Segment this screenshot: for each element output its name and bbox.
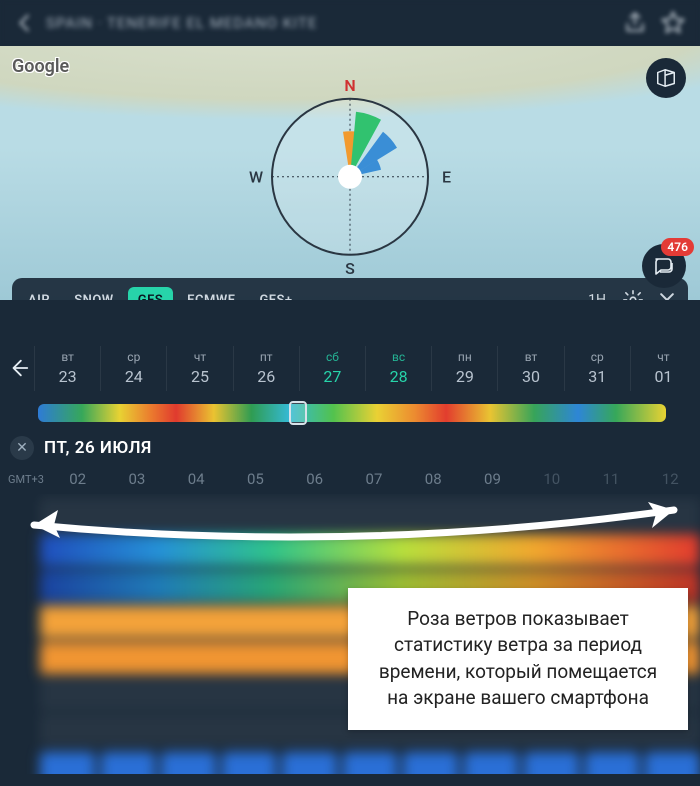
callout-text: Роза ветров показывает статистику ветра …	[379, 607, 657, 710]
timeline[interactable]	[38, 404, 666, 422]
model-bar: AIR SNOW GFS ECMWF GFS+ 1H	[12, 278, 688, 300]
date-cell[interactable]: сб27	[299, 346, 365, 391]
model-gfs[interactable]: GFS	[128, 287, 173, 301]
hour-cell[interactable]: 07	[344, 470, 403, 488]
hours-list[interactable]: 0203040506070809101112	[48, 470, 700, 488]
table-row	[40, 498, 700, 530]
hour-cell[interactable]: 09	[463, 470, 522, 488]
star-icon[interactable]	[660, 10, 686, 36]
tooltip-callout: Роза ветров показывает статистику ветра …	[348, 588, 688, 730]
detail-date: ПТ, 26 ИЮЛЯ	[44, 438, 152, 458]
gear-icon[interactable]	[618, 285, 648, 300]
compass-e: E	[442, 167, 451, 186]
hour-cell[interactable]: 04	[167, 470, 226, 488]
map[interactable]: Google N E S W 476 AIR SNOW	[0, 46, 700, 300]
date-cell[interactable]: пт26	[233, 346, 299, 391]
date-cell[interactable]: ср31	[564, 346, 630, 391]
back-icon[interactable]	[14, 12, 36, 34]
wind-rose: N E S W	[255, 82, 445, 272]
timeline-handle[interactable]	[289, 401, 307, 425]
topbar: SPAIN · TENERIFE EL MEDANO KITE	[0, 0, 700, 46]
table-row	[40, 752, 700, 774]
compass-w: W	[249, 167, 263, 186]
map-attribution: Google	[12, 56, 69, 77]
date-strip: вт23ср24чт25пт26сб27вс28пн29вт30ср31чт01	[0, 332, 700, 404]
date-list[interactable]: вт23ср24чт25пт26сб27вс28пн29вт30ср31чт01	[34, 346, 696, 391]
hour-cell[interactable]: 02	[48, 470, 107, 488]
table-row	[40, 534, 700, 566]
map-layers-button[interactable]	[646, 58, 686, 98]
date-cell[interactable]: вт30	[497, 346, 563, 391]
hour-cell[interactable]: 11	[581, 470, 640, 488]
hour-cell[interactable]: 06	[285, 470, 344, 488]
date-back-icon[interactable]	[4, 357, 34, 379]
hour-row: GMT+3 0203040506070809101112	[0, 468, 700, 494]
detail-header: ✕ ПТ, 26 ИЮЛЯ	[0, 422, 700, 468]
hour-cell[interactable]: 08	[404, 470, 463, 488]
close-detail-icon[interactable]: ✕	[10, 436, 34, 460]
date-cell[interactable]: вс28	[365, 346, 431, 391]
chat-count-badge: 476	[661, 238, 694, 256]
hour-cell[interactable]: 12	[641, 470, 700, 488]
model-air[interactable]: AIR	[18, 287, 60, 301]
date-cell[interactable]: чт25	[166, 346, 232, 391]
date-cell[interactable]: ср24	[100, 346, 166, 391]
model-snow[interactable]: SNOW	[64, 287, 124, 301]
date-cell[interactable]: пн29	[431, 346, 497, 391]
close-icon[interactable]	[652, 285, 682, 300]
hour-cell[interactable]: 10	[522, 470, 581, 488]
model-ecmwf[interactable]: ECMWF	[177, 287, 245, 301]
hour-cell[interactable]: 03	[107, 470, 166, 488]
page-title: SPAIN · TENERIFE EL MEDANO KITE	[46, 14, 610, 32]
share-icon[interactable]	[622, 10, 648, 36]
compass-n: N	[344, 76, 355, 95]
model-gfs-plus[interactable]: GFS+	[249, 287, 302, 301]
date-cell[interactable]: чт01	[630, 346, 696, 391]
timezone-label: GMT+3	[8, 473, 48, 486]
date-cell[interactable]: вт23	[34, 346, 100, 391]
refresh-rate[interactable]: 1H	[580, 292, 614, 300]
compass-s: S	[345, 259, 355, 278]
hour-cell[interactable]: 05	[226, 470, 285, 488]
